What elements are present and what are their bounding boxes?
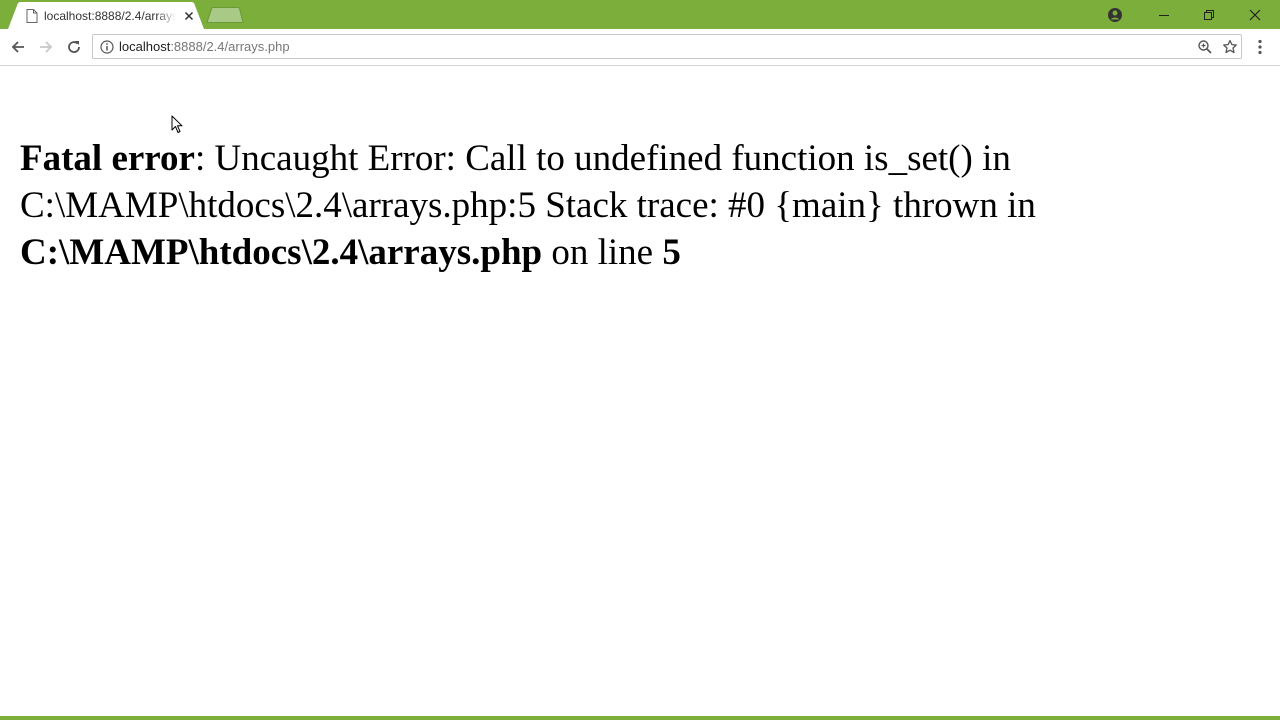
restore-button[interactable] [1187,0,1231,29]
bookmark-star-icon[interactable] [1222,39,1238,55]
reload-button[interactable] [64,37,84,57]
new-tab-button[interactable] [206,7,244,23]
menu-button[interactable] [1254,37,1266,57]
zoom-icon[interactable] [1197,39,1213,55]
error-file: C:\MAMP\htdocs\2.4\arrays.php [20,232,543,273]
user-icon [1108,7,1122,22]
address-bar[interactable]: localhost:8888/2.4/arrays.php [92,34,1242,59]
page-icon [26,9,38,23]
mouse-cursor-icon [171,115,183,133]
url-text: localhost:8888/2.4/arrays.php [119,39,290,55]
tab-title: localhost:8888/2.4/arrays.php [44,9,176,23]
close-icon [1249,9,1261,20]
error-message: Fatal error: Uncaught Error: Call to und… [20,135,1170,276]
error-line-number: 5 [662,232,681,273]
profile-icon[interactable] [1093,0,1137,29]
kebab-menu-icon [1258,39,1262,55]
restore-icon [1204,9,1214,20]
toolbar: localhost:8888/2.4/arrays.php [0,29,1280,66]
error-label: Fatal error [20,138,195,179]
bottom-edge [0,716,1280,720]
error-line-text: on line [542,232,663,273]
url-path: :8888/2.4/arrays.php [170,39,290,54]
back-button[interactable] [8,37,28,57]
forward-arrow-icon [40,41,53,53]
minimize-button[interactable] [1142,0,1186,29]
close-window-button[interactable] [1233,0,1277,29]
browser-window: localhost:8888/2.4/arrays.php [0,0,1280,720]
tab-strip: localhost:8888/2.4/arrays.php [0,0,1280,29]
info-icon[interactable] [100,40,114,54]
forward-button[interactable] [36,37,56,57]
minimize-icon [1159,14,1169,16]
active-tab[interactable]: localhost:8888/2.4/arrays.php [8,2,204,29]
back-arrow-icon [11,41,24,53]
reload-icon [68,41,80,53]
url-host: localhost [119,39,171,54]
close-tab-icon[interactable] [182,9,196,23]
page-content: Fatal error: Uncaught Error: Call to und… [0,66,1280,716]
